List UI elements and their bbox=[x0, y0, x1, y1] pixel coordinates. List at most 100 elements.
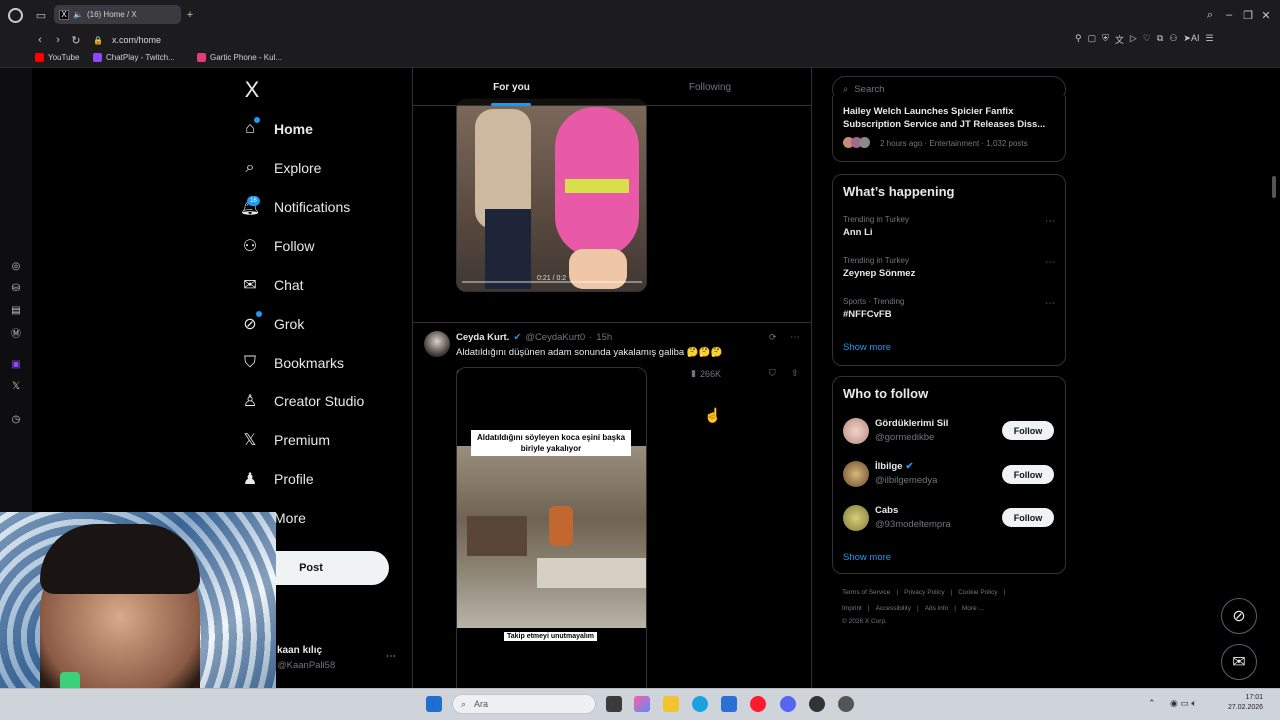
follow-button[interactable]: Follow bbox=[1002, 421, 1054, 440]
aria-icon[interactable]: ➤AI bbox=[1183, 33, 1199, 46]
active-tab[interactable]: X 🔈 (16) Home / X bbox=[54, 5, 181, 24]
trend-more-icon[interactable]: ⋯ bbox=[1045, 257, 1055, 268]
suggestion-handle[interactable]: @93modeltempra bbox=[875, 519, 951, 530]
snapshot-icon[interactable]: ▢ bbox=[1088, 33, 1097, 46]
avatar[interactable] bbox=[843, 505, 869, 531]
nav-chat[interactable]: ✉ Chat bbox=[240, 270, 303, 300]
new-tab-button[interactable]: + bbox=[184, 8, 196, 22]
account-menu-icon[interactable]: ⋯ bbox=[386, 651, 396, 662]
tweet-more-icon[interactable]: ⋯ bbox=[790, 332, 800, 343]
footer-link[interactable]: More ... bbox=[962, 605, 984, 612]
tools-icon[interactable]: ▤ bbox=[8, 302, 24, 318]
tab-menu-icon[interactable]: ▭ bbox=[34, 8, 48, 22]
trend-item[interactable]: Trending in Turkey Ann Li bbox=[843, 215, 1057, 238]
speaker-icon[interactable]: 🔈 bbox=[73, 10, 83, 19]
nav-premium[interactable]: 𝕏 Premium bbox=[240, 425, 330, 455]
footer-link[interactable]: Imprint bbox=[842, 605, 862, 612]
minimize-icon[interactable]: – bbox=[1222, 8, 1236, 22]
nav-follow[interactable]: ⚇ Follow bbox=[240, 231, 315, 261]
nav-creator-studio[interactable]: ♙ Creator Studio bbox=[240, 386, 364, 416]
discord-icon[interactable] bbox=[780, 696, 796, 712]
messages-fab-icon[interactable]: ✉ bbox=[1221, 644, 1257, 680]
grok-fab-icon[interactable]: ⊘ bbox=[1221, 598, 1257, 634]
bookmark-chatplay[interactable]: ChatPlay - Twitch... bbox=[93, 53, 175, 62]
footer-link[interactable]: Terms of Service bbox=[842, 589, 890, 596]
history-icon[interactable]: ◷ bbox=[8, 411, 24, 427]
tray-icons[interactable]: ◉ ▭ 🔈︎ bbox=[1170, 698, 1197, 709]
share-action[interactable]: ⇪ bbox=[791, 368, 799, 379]
suggestion-name[interactable]: İlbilge bbox=[875, 461, 902, 472]
play-icon[interactable]: ▷ bbox=[1130, 33, 1137, 46]
store-icon[interactable] bbox=[721, 696, 737, 712]
bookmark-gartic[interactable]: Gartic Phone - Kul... bbox=[197, 53, 282, 62]
grok-action-icon[interactable]: ⟳ bbox=[769, 332, 777, 343]
opera-gx-icon[interactable] bbox=[750, 696, 766, 712]
copilot-icon[interactable] bbox=[634, 696, 650, 712]
account-name[interactable]: kaan kılıç bbox=[277, 645, 322, 656]
page-scrollbar[interactable] bbox=[1272, 176, 1276, 198]
views-action[interactable]: ▮ 266K bbox=[691, 368, 721, 379]
show-more-link[interactable]: Show more bbox=[843, 342, 891, 353]
clock[interactable]: 17:01 27.02.2026 bbox=[1228, 693, 1263, 713]
start-icon[interactable] bbox=[426, 696, 442, 712]
trend-item[interactable]: Sports · Trending #NFFCvFB bbox=[843, 297, 1057, 320]
pin-icon[interactable]: ⚲ bbox=[1075, 33, 1082, 46]
opera-logo-icon[interactable] bbox=[8, 8, 23, 23]
forward-icon[interactable]: › bbox=[51, 33, 65, 47]
file-explorer-icon[interactable] bbox=[663, 696, 679, 712]
footer-link[interactable]: Cookie Policy bbox=[958, 589, 997, 596]
back-icon[interactable]: ‹ bbox=[33, 33, 47, 47]
aria-sidebar-icon[interactable]: ◎ bbox=[8, 258, 24, 274]
search-tabs-icon[interactable]: ⌕ bbox=[1203, 8, 1217, 22]
taskbar-search[interactable]: ⌕ Ara bbox=[452, 694, 596, 714]
footer-link[interactable]: Privacy Policy bbox=[904, 589, 944, 596]
follow-button[interactable]: Follow bbox=[1002, 465, 1054, 484]
menu-icon[interactable]: ☰ bbox=[1205, 33, 1213, 46]
extensions-icon[interactable]: ⧉ bbox=[1157, 33, 1163, 46]
crypto-wallet-icon[interactable]: ⛁ bbox=[8, 280, 24, 296]
app-icon[interactable] bbox=[838, 696, 854, 712]
trend-more-icon[interactable]: ⋯ bbox=[1045, 216, 1055, 227]
heart-icon[interactable]: ♡ bbox=[1143, 33, 1151, 46]
trend-item[interactable]: Trending in Turkey Zeynep Sönmez bbox=[843, 256, 1057, 279]
suggestion-name[interactable]: Gördüklerimi Sil bbox=[875, 418, 948, 429]
author-handle[interactable]: @CeydaKurt0 bbox=[525, 332, 585, 343]
obs-icon[interactable] bbox=[809, 696, 825, 712]
suggestion-handle[interactable]: @ilbilgemedya bbox=[875, 475, 937, 486]
footer-link[interactable]: Accessibility bbox=[876, 605, 911, 612]
trend-more-icon[interactable]: ⋯ bbox=[1045, 298, 1055, 309]
account-handle[interactable]: @KaanPali58 bbox=[277, 660, 335, 671]
nav-grok[interactable]: ⊘ Grok bbox=[240, 309, 304, 339]
nav-bookmarks[interactable]: ⛉ Bookmarks bbox=[240, 348, 344, 378]
tweet-time[interactable]: 15h bbox=[596, 332, 612, 343]
translate-icon[interactable]: 文 bbox=[1115, 33, 1124, 46]
x-sidebar-icon[interactable]: 𝕏 bbox=[8, 378, 24, 394]
avatar[interactable] bbox=[843, 461, 869, 487]
bookmark-action[interactable]: ⛉ bbox=[769, 368, 776, 379]
reload-icon[interactable]: ↻ bbox=[69, 33, 83, 47]
author-name[interactable]: Ceyda Kurt. bbox=[456, 332, 509, 343]
shield-icon[interactable]: ⛨ bbox=[1102, 33, 1109, 46]
account-icon[interactable]: ⚇ bbox=[1169, 33, 1177, 46]
follow-button[interactable]: Follow bbox=[1002, 508, 1054, 527]
x-logo[interactable]: X bbox=[241, 78, 263, 102]
url-field[interactable]: x.com/home bbox=[112, 33, 161, 47]
maximize-icon[interactable]: ❐ bbox=[1241, 8, 1255, 22]
twitch-icon[interactable]: ▣ bbox=[8, 356, 24, 372]
suggestion-name[interactable]: Cabs bbox=[875, 505, 898, 516]
music-icon[interactable]: Ⓜ bbox=[8, 324, 24, 340]
suggestion-handle[interactable]: @gormedikbe bbox=[875, 432, 934, 443]
show-more-link[interactable]: Show more bbox=[843, 552, 891, 563]
bookmark-youtube[interactable]: YouTube bbox=[35, 53, 79, 62]
tray-chevron-icon[interactable]: ⌃ bbox=[1148, 698, 1156, 709]
avatar[interactable] bbox=[843, 418, 869, 444]
tweet1-video[interactable]: 0:21 / 0:2 bbox=[456, 98, 647, 292]
nav-explore[interactable]: ⌕ Explore bbox=[240, 153, 322, 183]
tab-for-you[interactable]: For you bbox=[413, 68, 610, 106]
footer-link[interactable]: Ads info bbox=[925, 605, 949, 612]
close-icon[interactable]: ✕ bbox=[1259, 8, 1273, 22]
tweet2-video[interactable]: Aldatıldığını söyleyen koca eşini başka … bbox=[456, 367, 647, 688]
nav-profile[interactable]: ♟ Profile bbox=[240, 464, 314, 494]
edge-icon[interactable] bbox=[692, 696, 708, 712]
news-card[interactable]: Hailey Welch Launches Spicier Fanfix Sub… bbox=[832, 96, 1066, 162]
